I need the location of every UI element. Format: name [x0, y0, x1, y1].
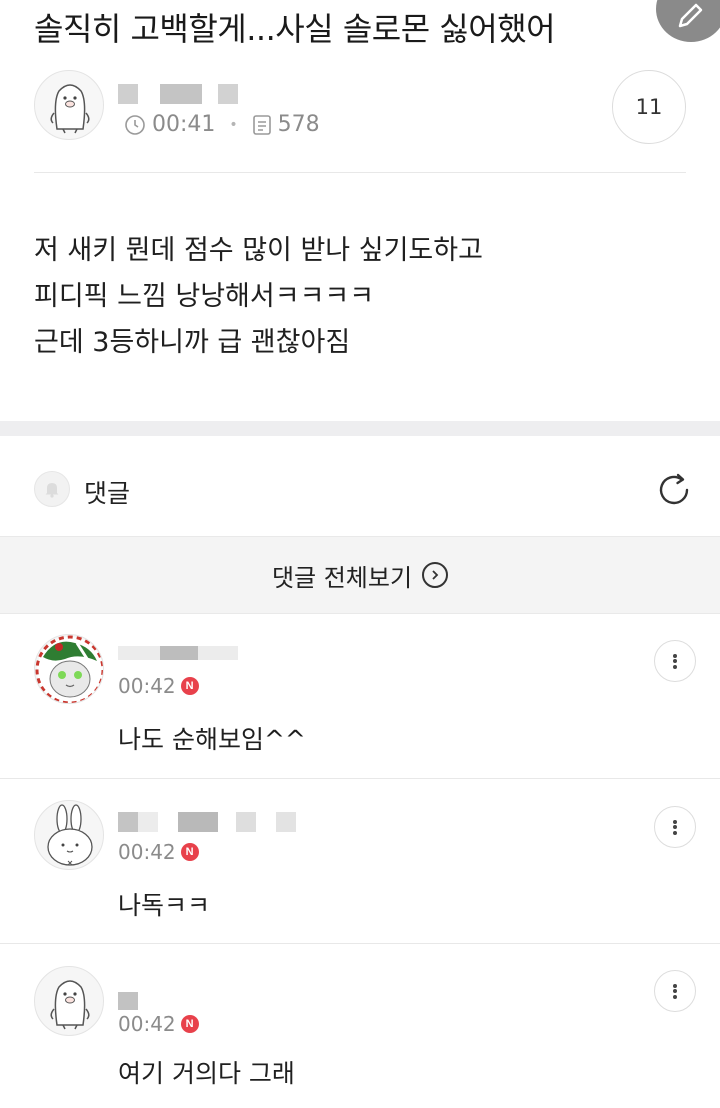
bell-icon [45, 483, 59, 498]
comment-section-header: 댓글 [0, 436, 720, 536]
comment-time: 00:42 [118, 1012, 176, 1036]
more-options-button[interactable] [654, 640, 696, 682]
more-options-button[interactable] [654, 970, 696, 1012]
view-all-label: 댓글 전체보기 [271, 563, 413, 592]
refresh-icon[interactable] [654, 470, 694, 510]
post-meta: 00:41 • 578 [124, 112, 320, 137]
more-vertical-icon [673, 982, 677, 1000]
comment-text: 여기 거의다 그래 [118, 1059, 295, 1088]
post-time: 00:41 [152, 112, 216, 137]
comment-count-button[interactable]: 11 [612, 70, 686, 144]
penguin-avatar-icon [50, 980, 90, 1030]
comment-text: 나도 순해보임^^ [118, 725, 306, 754]
clock-icon [125, 114, 145, 135]
commenter-avatar[interactable] [34, 800, 104, 870]
notification-toggle[interactable] [34, 471, 70, 507]
post-title: 솔직히 고백할게...사실 솔로몬 싫어했어 [34, 10, 556, 48]
penguin-avatar-icon [50, 84, 90, 134]
comment-section-label: 댓글 [84, 479, 131, 508]
comment-divider [0, 778, 720, 779]
comment-time-row: 00:42 N [118, 1012, 199, 1036]
commenter-avatar[interactable] [34, 966, 104, 1036]
comment-time: 00:42 [118, 840, 176, 864]
comment-time: 00:42 [118, 674, 176, 698]
meta-separator: • [229, 116, 238, 133]
christmas-avatar-icon [35, 635, 103, 703]
author-avatar[interactable] [34, 70, 104, 140]
comment-divider [0, 943, 720, 944]
more-options-button[interactable] [654, 806, 696, 848]
rabbit-avatar-icon [47, 804, 93, 866]
section-divider [0, 421, 720, 436]
document-icon [252, 114, 271, 135]
new-badge: N [180, 843, 199, 861]
post-body-line: 저 새키 뭔데 점수 많이 받나 싶기도하고 [34, 235, 483, 266]
header-divider [34, 172, 686, 173]
pencil-icon [678, 3, 703, 28]
post-views: 578 [277, 112, 320, 137]
view-all-comments-button[interactable]: 댓글 전체보기 [0, 536, 720, 614]
more-vertical-icon [673, 652, 677, 670]
chevron-right-circle-icon [422, 562, 449, 588]
comment-time-row: 00:42 N [118, 840, 199, 864]
more-vertical-icon [673, 818, 677, 836]
edit-button[interactable] [656, 0, 720, 42]
comment-text: 나독ㅋㅋ [118, 891, 211, 920]
new-badge: N [180, 1015, 199, 1033]
commenter-avatar[interactable] [34, 634, 104, 704]
post-body: 저 새키 뭔데 점수 많이 받나 싶기도하고 피디픽 느낌 낭낭해서ㅋㅋㅋㅋ 근… [34, 228, 483, 366]
post-body-line: 근데 3등하니까 급 괜찮아짐 [34, 327, 351, 358]
new-badge: N [180, 677, 199, 695]
post-body-line: 피디픽 느낌 낭낭해서ㅋㅋㅋㅋ [34, 281, 375, 312]
comment-time-row: 00:42 N [118, 674, 199, 698]
